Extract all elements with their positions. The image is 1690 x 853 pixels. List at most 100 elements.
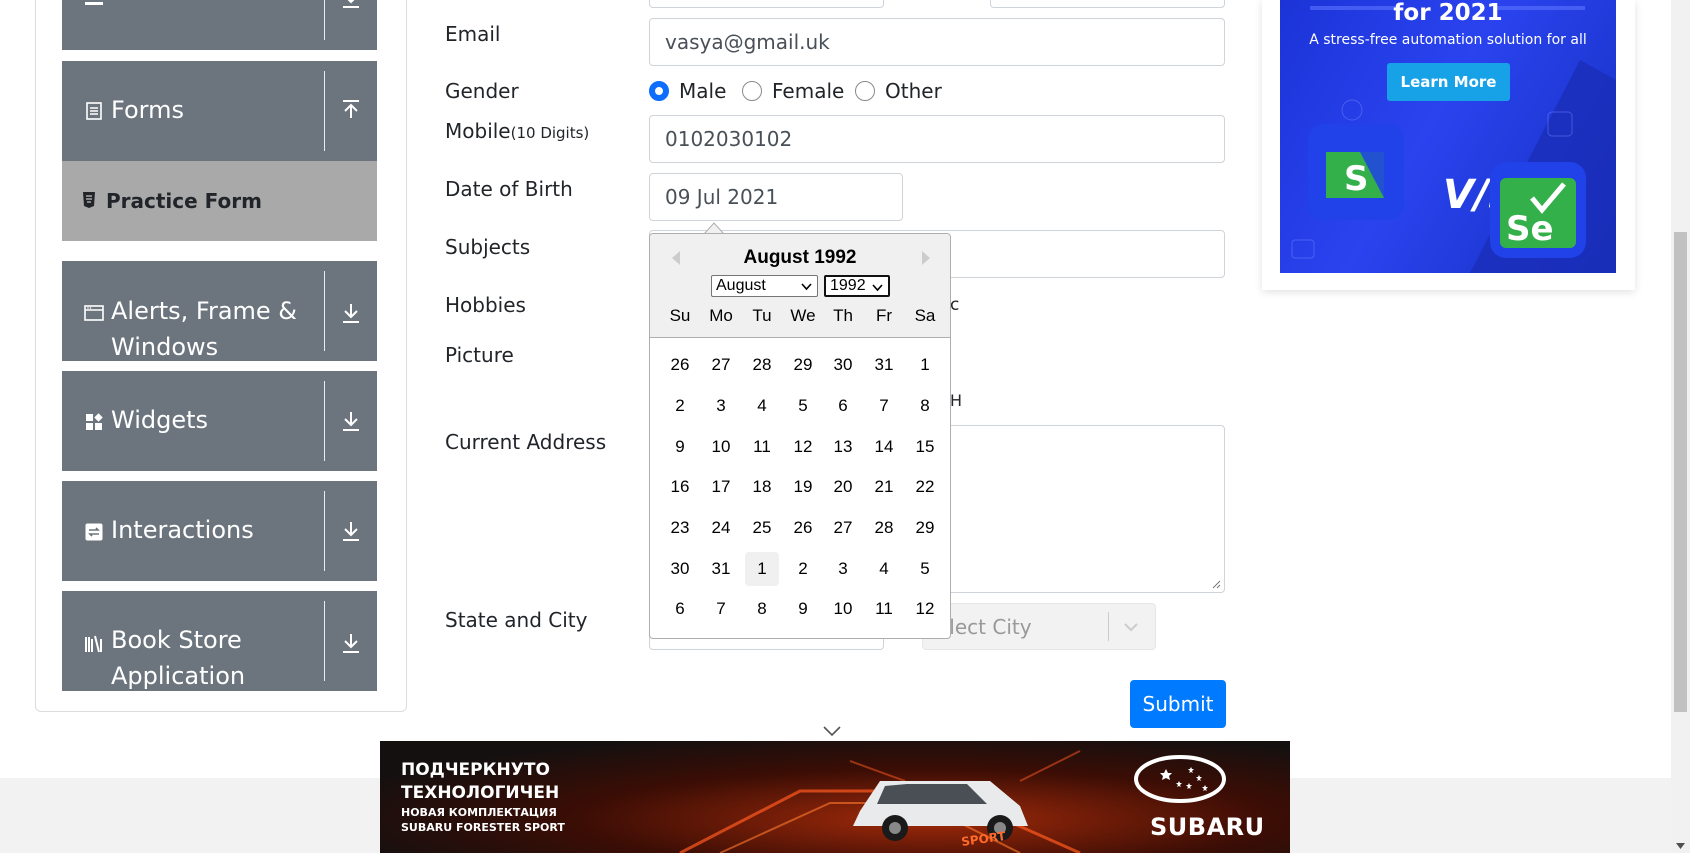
calendar-day[interactable]: 7	[867, 389, 901, 423]
download-arrow-icon[interactable]	[337, 407, 365, 435]
day-name: Tu	[752, 306, 772, 325]
day-name: Th	[833, 306, 853, 325]
calendar-day[interactable]: 6	[663, 592, 697, 626]
datepicker-header: August 1992 August 1992 Su Mo Tu We Th F…	[650, 234, 950, 338]
calendar-day[interactable]: 27	[826, 511, 860, 545]
scroll-down-arrow-icon[interactable]	[1676, 843, 1685, 849]
calendar-day[interactable]: 29	[786, 348, 820, 382]
calendar-day[interactable]: 16	[663, 470, 697, 504]
day-name: We	[790, 306, 816, 325]
dob-input[interactable]: 09 Jul 2021	[649, 173, 903, 221]
download-arrow-icon[interactable]	[337, 299, 365, 327]
download-arrow-icon[interactable]	[337, 0, 365, 12]
katalon-logo-icon: S	[1308, 124, 1404, 220]
chevron-down-icon[interactable]	[823, 725, 841, 737]
calendar-day[interactable]: 21	[867, 470, 901, 504]
calendar-day[interactable]: 6	[826, 389, 860, 423]
calendar-day[interactable]: 17	[704, 470, 738, 504]
calendar-day[interactable]: 12	[786, 430, 820, 464]
calendar-day[interactable]: 27	[704, 348, 738, 382]
submit-button[interactable]: Submit	[1130, 680, 1226, 728]
ad-learn-more-button[interactable]: Learn More	[1387, 63, 1510, 101]
next-month-icon[interactable]	[918, 248, 934, 268]
day-name: Sa	[914, 306, 936, 325]
radio-circle[interactable]	[855, 81, 875, 101]
gender-radio-male[interactable]: Male	[649, 79, 726, 103]
radio-circle[interactable]	[649, 81, 669, 101]
calendar-day[interactable]: 30	[663, 552, 697, 586]
calendar-day[interactable]: 11	[745, 430, 779, 464]
calendar-day[interactable]: 8	[745, 592, 779, 626]
sidebar-group-alerts[interactable]: Alerts, Frame & Windows	[62, 261, 377, 361]
calendar-day[interactable]: 3	[704, 389, 738, 423]
calendar-day[interactable]: 28	[745, 348, 779, 382]
email-field[interactable]: vasya@gmail.uk	[649, 18, 1225, 66]
state-city-label: State and City	[445, 608, 588, 632]
calendar-day[interactable]: 7	[704, 592, 738, 626]
calendar-day[interactable]: 3	[826, 552, 860, 586]
ad-banner-bottom[interactable]: SPORT ПОДЧЕРКНУТО ТЕХНОЛОГИЧЕН НОВАЯ КОМ…	[380, 741, 1290, 853]
sidebar-item-practice-form[interactable]: Practice Form	[62, 161, 377, 241]
month-select[interactable]: August	[711, 275, 818, 297]
select-city[interactable]: elect City	[922, 603, 1156, 650]
calendar-day[interactable]: 9	[786, 592, 820, 626]
upload-arrow-icon[interactable]	[337, 97, 365, 125]
gender-radio-female[interactable]: Female	[742, 79, 844, 103]
calendar-day[interactable]: 29	[908, 511, 942, 545]
download-arrow-icon[interactable]	[337, 629, 365, 657]
calendar-day[interactable]: 15	[908, 430, 942, 464]
calendar-day[interactable]: 1	[908, 348, 942, 382]
vertical-scrollbar[interactable]	[1671, 0, 1690, 853]
ad-brand-text: SUBARU	[1150, 813, 1265, 841]
sidebar-group-forms[interactable]: Forms	[62, 61, 377, 161]
calendar-day[interactable]: 26	[663, 348, 697, 382]
calendar-day[interactable]: 19	[786, 470, 820, 504]
gender-radio-other[interactable]: Other	[855, 79, 942, 103]
mobile-field[interactable]: 0102030102	[649, 115, 1225, 163]
calendar-day[interactable]: 28	[867, 511, 901, 545]
scrollbar-thumb[interactable]	[1674, 232, 1687, 712]
calendar-day[interactable]: 31	[867, 348, 901, 382]
calendar-day[interactable]: 20	[826, 470, 860, 504]
calendar-day[interactable]: 10	[704, 430, 738, 464]
sidebar-group-label: Widgets	[111, 406, 209, 434]
calendar-day[interactable]: 18	[745, 470, 779, 504]
calendar-day[interactable]: 24	[704, 511, 738, 545]
sidebar-group-elements[interactable]: Elements	[62, 0, 377, 50]
gender-label: Gender	[445, 79, 519, 103]
calendar-day[interactable]: 31	[704, 552, 738, 586]
calendar-day[interactable]: 5	[786, 389, 820, 423]
calendar-day[interactable]: 4	[745, 389, 779, 423]
last-name-field[interactable]	[990, 0, 1225, 8]
chevron-down-icon[interactable]	[1123, 619, 1139, 635]
calendar-day[interactable]: 2	[786, 552, 820, 586]
calendar-day[interactable]: 2	[663, 389, 697, 423]
calendar-day[interactable]: 11	[867, 592, 901, 626]
download-arrow-icon[interactable]	[337, 517, 365, 545]
calendar-day[interactable]: 9	[663, 430, 697, 464]
divider	[324, 381, 325, 461]
books-icon	[84, 634, 104, 654]
calendar-day[interactable]: 5	[908, 552, 942, 586]
sidebar-group-widgets[interactable]: Widgets	[62, 371, 377, 471]
calendar-day[interactable]: 10	[826, 592, 860, 626]
calendar-day[interactable]: 26	[786, 511, 820, 545]
radio-circle[interactable]	[742, 81, 762, 101]
year-select[interactable]: 1992	[824, 275, 890, 297]
ad-banner-top[interactable]: for 2021 A stress-free automation soluti…	[1280, 0, 1616, 273]
resize-handle-icon[interactable]	[1211, 579, 1221, 589]
sidebar-group-book-store[interactable]: Book Store Application	[62, 591, 377, 691]
calendar-day[interactable]: 12	[908, 592, 942, 626]
calendar-day[interactable]: 30	[826, 348, 860, 382]
calendar-day[interactable]: 22	[908, 470, 942, 504]
calendar-day[interactable]: 14	[867, 430, 901, 464]
calendar-day[interactable]: 4	[867, 552, 901, 586]
calendar-day[interactable]: 8	[908, 389, 942, 423]
first-name-field[interactable]	[649, 0, 884, 8]
calendar-day[interactable]: 23	[663, 511, 697, 545]
calendar-day[interactable]: 25	[745, 511, 779, 545]
calendar-day[interactable]: 13	[826, 430, 860, 464]
current-address-label: Current Address	[445, 430, 607, 454]
calendar-day[interactable]: 1	[745, 552, 779, 586]
sidebar-group-interactions[interactable]: Interactions	[62, 481, 377, 581]
